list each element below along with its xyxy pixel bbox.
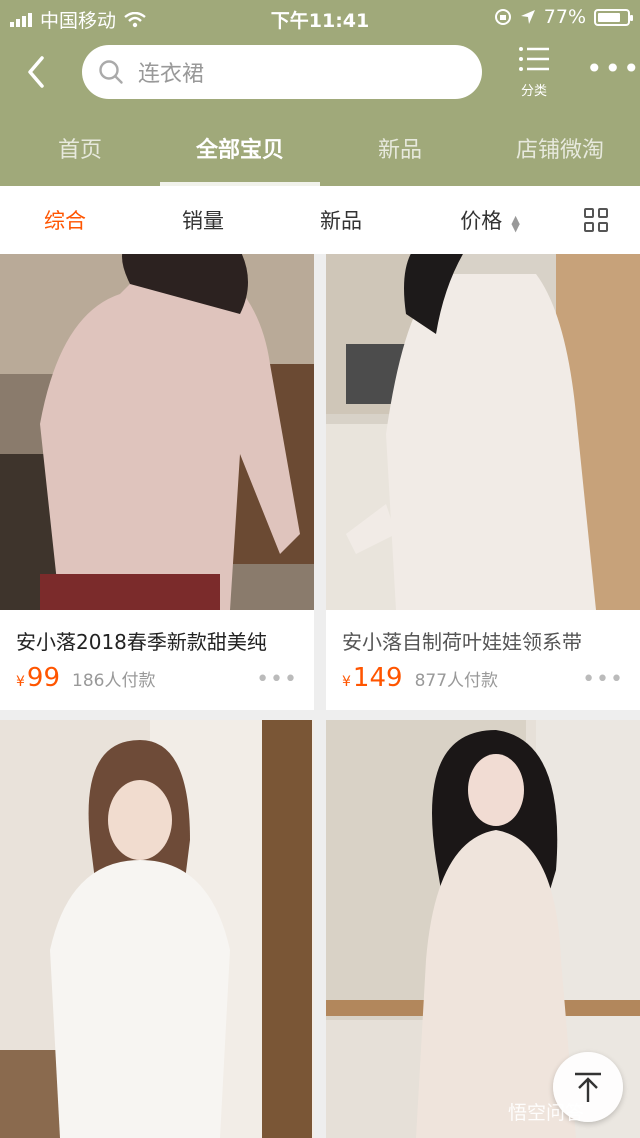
sort-bar: 综合 销量 新品 价格 ▲ ▼: [0, 186, 640, 254]
product-photo-placeholder: [0, 254, 314, 610]
more-options-icon[interactable]: •••: [256, 667, 298, 692]
product-price: 149: [352, 663, 403, 693]
product-image[interactable]: [0, 254, 314, 610]
search-placeholder: 连衣裙: [138, 62, 205, 87]
sort-price: 价格: [460, 209, 503, 233]
product-title[interactable]: 安小落2018春季新款甜美纯: [0, 610, 314, 655]
sort-updown-icon: ▲ ▼: [511, 212, 520, 234]
grid-view-icon[interactable]: [584, 208, 608, 232]
currency-symbol: ¥: [342, 674, 351, 690]
sort-sales[interactable]: 销量: [160, 205, 246, 235]
tab-home[interactable]: 首页: [0, 120, 160, 186]
more-icon[interactable]: •••: [586, 55, 640, 84]
product-title[interactable]: 安小落自制荷叶娃娃领系带: [326, 610, 640, 655]
sort-price-button[interactable]: 价格 ▲ ▼: [440, 205, 540, 235]
battery-level-fill: [598, 12, 620, 22]
sort-comprehensive[interactable]: 综合: [22, 205, 108, 235]
product-image[interactable]: [326, 254, 640, 610]
sort-new[interactable]: 新品: [298, 205, 384, 235]
product-meta: ¥ 149 877人付款 •••: [326, 655, 640, 701]
shop-tabs: 首页 全部宝贝 新品 店铺微淘: [0, 120, 640, 186]
category-label: 分类: [520, 84, 547, 99]
category-button[interactable]: 分类: [510, 46, 558, 100]
search-icon: [99, 60, 123, 84]
product-card[interactable]: 安小落2018春季新款甜美纯 ¥ 99 186人付款 •••: [0, 254, 314, 710]
product-card[interactable]: [0, 720, 314, 1138]
status-bar: 中国移动 下午11:41 77%: [0, 0, 640, 36]
search-bar[interactable]: 连衣裙: [82, 45, 482, 99]
tab-new[interactable]: 新品: [320, 120, 480, 186]
product-photo-placeholder: [326, 254, 640, 610]
currency-symbol: ¥: [16, 674, 25, 690]
product-image[interactable]: [0, 720, 314, 1138]
tab-all-items[interactable]: 全部宝贝: [160, 120, 320, 186]
product-meta: ¥ 99 186人付款 •••: [0, 655, 314, 701]
product-sold-count: 186人付款: [72, 671, 156, 691]
product-price: 99: [26, 663, 61, 693]
back-arrow-icon[interactable]: [20, 52, 60, 92]
product-photo-placeholder: [0, 720, 314, 1138]
battery-icon: [594, 8, 633, 26]
shop-header: 中国移动 下午11:41 77% 连衣裙 分类 ••• 首页 全部宝贝 新品 店…: [0, 0, 640, 186]
rotation-lock-icon: [494, 9, 511, 25]
category-list-icon: [519, 47, 549, 71]
product-card[interactable]: 安小落自制荷叶娃娃领系带 ¥ 149 877人付款 •••: [326, 254, 640, 710]
more-options-icon[interactable]: •••: [582, 667, 624, 692]
tab-shop-feed[interactable]: 店铺微淘: [480, 120, 640, 186]
location-icon: [520, 10, 535, 24]
battery-percent: 77%: [543, 6, 586, 28]
product-sold-count: 877人付款: [414, 671, 499, 691]
watermark: 悟空问答: [508, 1102, 585, 1124]
